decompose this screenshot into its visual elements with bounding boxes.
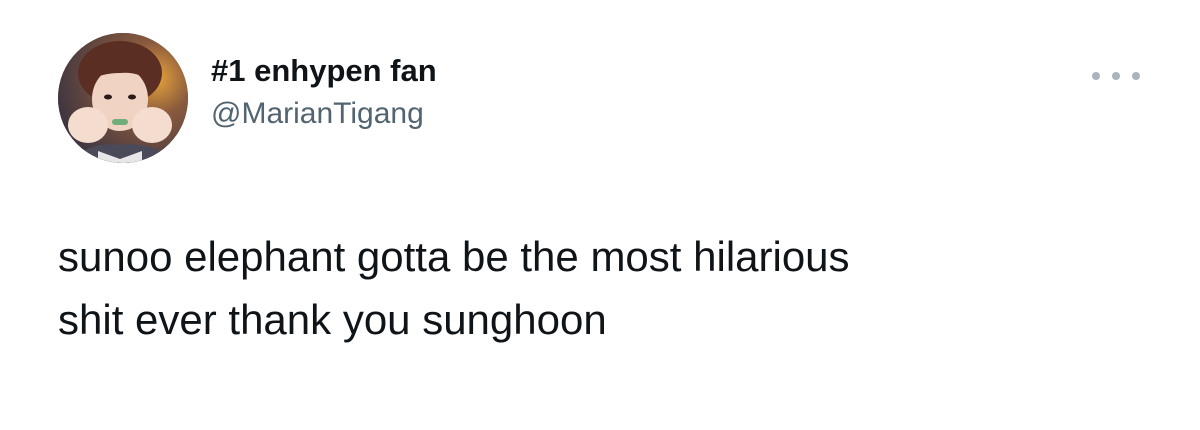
more-horizontal-icon bbox=[1092, 72, 1100, 80]
more-options-button[interactable] bbox=[1092, 62, 1140, 90]
author-avatar[interactable] bbox=[58, 33, 188, 163]
more-horizontal-icon bbox=[1112, 72, 1120, 80]
author-handle[interactable]: @MarianTigang bbox=[211, 94, 437, 134]
avatar-image bbox=[58, 33, 188, 163]
author-info: #1 enhypen fan @MarianTigang bbox=[211, 52, 437, 134]
tweet-text-line: sunoo elephant gotta be the most hilario… bbox=[58, 233, 850, 280]
tweet-text-line: shit ever thank you sunghoon bbox=[58, 296, 607, 343]
tweet-body: sunoo elephant gotta be the most hilario… bbox=[58, 225, 1158, 351]
more-horizontal-icon bbox=[1132, 72, 1140, 80]
author-display-name[interactable]: #1 enhypen fan bbox=[211, 52, 437, 90]
tweet-card: #1 enhypen fan @MarianTigang sunoo eleph… bbox=[0, 0, 1200, 430]
